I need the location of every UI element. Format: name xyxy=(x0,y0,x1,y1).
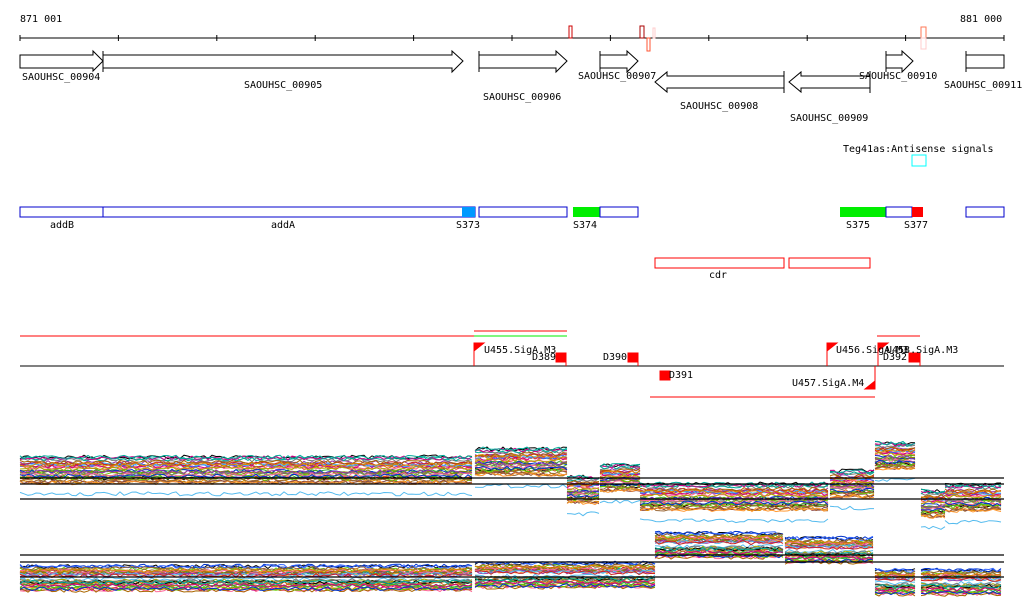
browser-canvas: 871 001 881 000 SAOUHSC_00904 SAOUHSC_00… xyxy=(19,14,1022,597)
signal-label: U457.SigA.M4 xyxy=(792,378,864,389)
gene-SAOUHSC_00907[interactable]: SAOUHSC_00907 xyxy=(578,49,656,82)
gene-SAOUHSC_00910[interactable]: SAOUHSC_00910 xyxy=(859,49,937,82)
segment-label: addA xyxy=(271,220,295,231)
signal-mark xyxy=(920,37,927,50)
gene-label: SAOUHSC_00905 xyxy=(244,80,322,91)
genome-browser: 871 001 881 000 SAOUHSC_00904 SAOUHSC_00… xyxy=(0,0,1024,611)
signal-label: D392 xyxy=(883,352,907,363)
segment-label: S377 xyxy=(904,220,928,231)
gene-SAOUHSC_00911[interactable]: SAOUHSC_00911 xyxy=(944,51,1022,91)
gene-SAOUHSC_00904[interactable]: SAOUHSC_00904 xyxy=(19,49,104,83)
segment-S373[interactable] xyxy=(462,207,475,217)
gene-label: SAOUHSC_00906 xyxy=(483,92,561,103)
segment-label: S375 xyxy=(846,220,870,231)
gene-SAOUHSC_00906[interactable]: SAOUHSC_00906 xyxy=(478,49,568,103)
gene-label: SAOUHSC_00904 xyxy=(22,72,100,83)
segment[interactable] xyxy=(885,206,913,218)
gene-label: SAOUHSC_00911 xyxy=(944,80,1022,91)
segment-addB[interactable] xyxy=(19,206,104,218)
signal-track: U455.SigA.M3 D389 D390 D391 U456.SigA.M3… xyxy=(20,330,1004,398)
expression-panels xyxy=(19,440,1004,597)
signal-mark xyxy=(639,25,645,39)
promoter-flag[interactable] xyxy=(473,342,486,353)
expression-panel-1 xyxy=(19,440,1004,530)
expression-panel-2 xyxy=(19,530,1004,597)
segment-label: S373 xyxy=(456,220,480,231)
segment-track: addB addA S373 S374 S375 S377 xyxy=(19,206,1005,231)
segment-label: addB xyxy=(50,220,74,231)
gene-label: SAOUHSC_00908 xyxy=(680,101,758,112)
ruler-start-label: 871 001 xyxy=(20,14,62,25)
signal-label: D391 xyxy=(669,370,693,381)
terminator-D390[interactable] xyxy=(627,352,639,363)
gene-label: SAOUHSC_00909 xyxy=(790,113,868,124)
regulatory-cdr[interactable] xyxy=(788,257,871,269)
gene-SAOUHSC_00909[interactable]: SAOUHSC_00909 xyxy=(788,70,871,124)
segment[interactable] xyxy=(599,206,639,218)
coordinate-ruler: 871 001 881 000 xyxy=(19,14,1005,52)
signal-label: D389 xyxy=(532,352,556,363)
regulatory-cdr[interactable] xyxy=(654,257,785,269)
signal-mark xyxy=(646,37,651,52)
signal-label: D390 xyxy=(603,352,627,363)
ruler-end-label: 881 000 xyxy=(960,14,1002,25)
gene-label: SAOUHSC_00907 xyxy=(578,71,656,82)
segment-addA[interactable] xyxy=(102,206,476,218)
segment[interactable] xyxy=(478,206,568,218)
regulatory-label: cdr xyxy=(709,270,727,281)
signal-mark xyxy=(652,27,656,39)
promoter-flag[interactable] xyxy=(863,379,876,390)
segment[interactable] xyxy=(965,206,1005,218)
antisense-signal[interactable] xyxy=(911,154,927,167)
gene-label: SAOUHSC_00910 xyxy=(859,71,937,82)
gene-SAOUHSC_00905[interactable]: SAOUHSC_00905 xyxy=(102,49,464,91)
segment-S374[interactable] xyxy=(573,207,600,217)
gene-SAOUHSC_00908[interactable]: SAOUHSC_00908 xyxy=(654,70,785,112)
segment-S375[interactable] xyxy=(840,207,886,217)
antisense-track-label: Teg41as:Antisense signals xyxy=(843,144,994,155)
segment-S377[interactable] xyxy=(912,207,923,217)
gene-track: SAOUHSC_00904 SAOUHSC_00905 SAOUHSC_0090… xyxy=(19,49,1022,124)
terminator-D389[interactable] xyxy=(555,352,567,363)
signal-mark xyxy=(568,25,573,39)
segment-label: S374 xyxy=(573,220,597,231)
signal-mark xyxy=(920,26,927,39)
